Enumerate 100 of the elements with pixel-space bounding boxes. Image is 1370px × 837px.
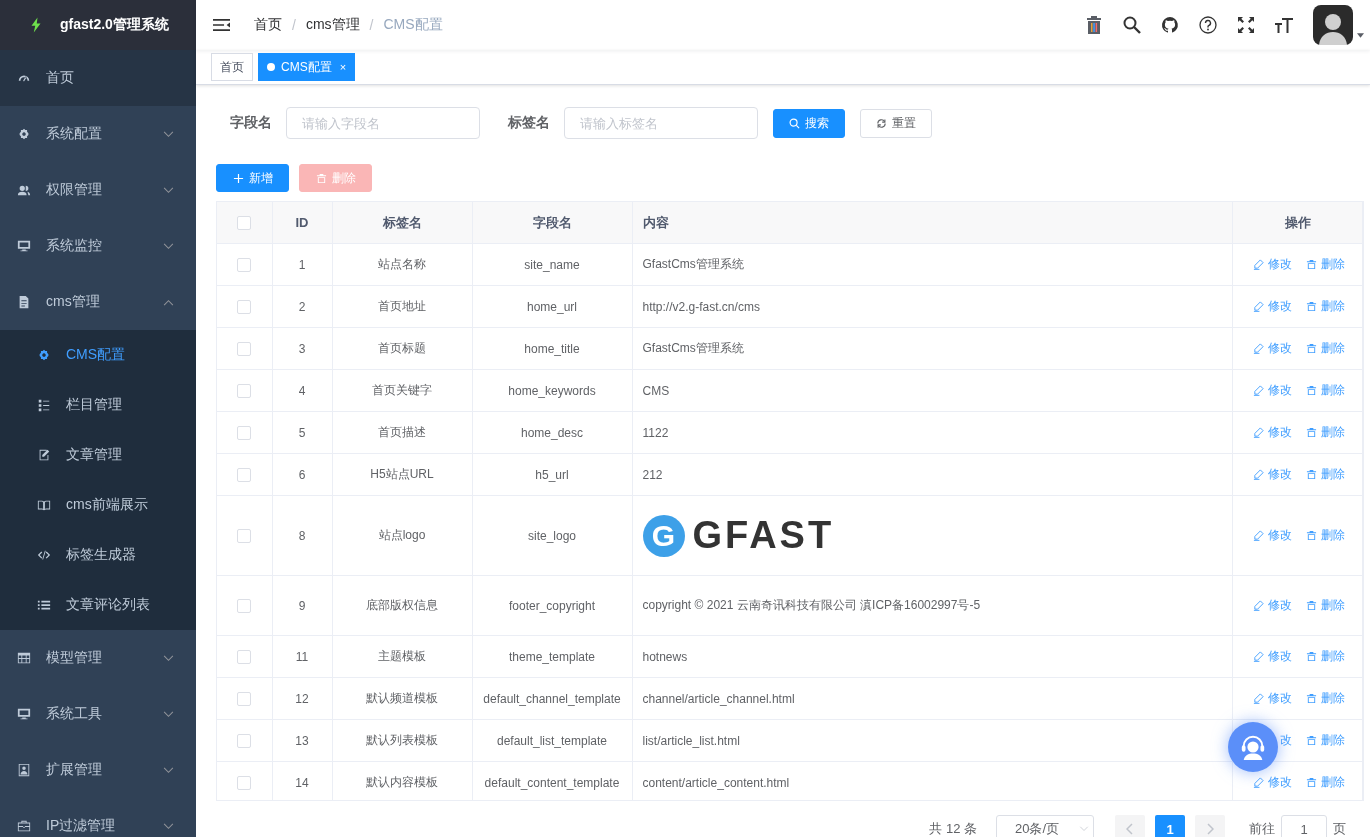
goto-label: 前往: [1249, 820, 1275, 837]
delete-link[interactable]: 删除: [1306, 256, 1345, 273]
trash-icon: [1306, 427, 1317, 438]
close-icon[interactable]: ×: [339, 61, 347, 73]
previous-page-button[interactable]: [1115, 815, 1145, 837]
edit-link[interactable]: 修改: [1253, 256, 1292, 273]
delete-link[interactable]: 删除: [1306, 597, 1345, 614]
table-cell: home_url: [527, 299, 577, 314]
tab[interactable]: 首页: [211, 53, 253, 81]
tab[interactable]: CMS配置 ×: [258, 53, 356, 81]
checkbox[interactable]: [237, 649, 252, 664]
submenu-item[interactable]: 文章管理: [0, 430, 196, 480]
reset-button[interactable]: 重置: [860, 108, 932, 138]
sidebar-item[interactable]: 权限管理: [0, 162, 196, 218]
tab-label: CMS配置: [281, 58, 332, 76]
grid-icon: [17, 651, 31, 665]
avatar[interactable]: [1313, 5, 1353, 45]
sidebar-item[interactable]: 首页: [0, 50, 196, 106]
edit-link[interactable]: 修改: [1253, 298, 1292, 315]
page-suffix: 页: [1333, 820, 1346, 837]
checkbox[interactable]: [237, 467, 252, 482]
input-field[interactable]: 请输入标签名: [564, 107, 758, 139]
page-input[interactable]: 1: [1281, 815, 1327, 837]
trash-icon: [315, 172, 327, 184]
delete-link[interactable]: 删除: [1306, 424, 1345, 441]
submenu-item[interactable]: 标签生成器: [0, 530, 196, 580]
pencil-icon: [1253, 385, 1264, 396]
page-size-select[interactable]: 20条/页: [996, 815, 1094, 837]
sidebar-item[interactable]: 系统工具: [0, 686, 196, 742]
menu-icon[interactable]: [213, 18, 230, 32]
edit-link[interactable]: 改: [1280, 732, 1292, 749]
sidebar-item[interactable]: IP过滤管理: [0, 798, 196, 837]
table-cell: 6: [298, 467, 306, 482]
document-icon: [17, 295, 31, 309]
gear-icon: [17, 127, 31, 141]
delete-link[interactable]: 删除: [1306, 527, 1345, 544]
checkbox[interactable]: [237, 216, 252, 231]
table-cell: default_channel_template: [483, 691, 621, 706]
caret-icon[interactable]: [1357, 32, 1364, 38]
delete-link[interactable]: 删除: [1306, 690, 1345, 707]
font-size-icon[interactable]: [1275, 16, 1293, 34]
input-field[interactable]: 请输入字段名: [286, 107, 480, 139]
table-cell: 212: [642, 467, 663, 482]
sidebar-item[interactable]: 系统配置: [0, 106, 196, 162]
checkbox[interactable]: [237, 383, 252, 398]
delete-link[interactable]: 删除: [1306, 774, 1345, 791]
edit-link[interactable]: 修改: [1253, 690, 1292, 707]
edit-link[interactable]: 修改: [1253, 648, 1292, 665]
table-cell: hotnews: [642, 649, 688, 664]
help-icon[interactable]: [1199, 16, 1217, 34]
sidebar-item[interactable]: 模型管理: [0, 630, 196, 686]
breadcrumb-item[interactable]: cms管理: [305, 16, 360, 34]
edit-link[interactable]: 修改: [1253, 382, 1292, 399]
monitor-icon: [17, 239, 31, 253]
trash-icon: [1306, 777, 1317, 788]
checkbox[interactable]: [237, 341, 252, 356]
delete-link[interactable]: 删除: [1306, 340, 1345, 357]
edit-link[interactable]: 修改: [1253, 466, 1292, 483]
breadcrumb-item[interactable]: 首页: [254, 16, 282, 34]
sidebar-item[interactable]: 扩展管理: [0, 742, 196, 798]
submenu-item[interactable]: 栏目管理: [0, 380, 196, 430]
edit-link[interactable]: 修改: [1253, 774, 1292, 791]
sidebar-item[interactable]: 系统监控: [0, 218, 196, 274]
submenu-item[interactable]: cms前端展示: [0, 480, 196, 530]
delete-link[interactable]: 删除: [1306, 732, 1345, 749]
checkbox[interactable]: [237, 299, 252, 314]
pencil-icon: [1253, 600, 1264, 611]
table-cell: 11: [295, 649, 309, 664]
edit-link[interactable]: 修改: [1253, 424, 1292, 441]
pencil-icon: [1253, 469, 1264, 480]
checkbox[interactable]: [237, 691, 252, 706]
next-page-button[interactable]: [1195, 815, 1225, 837]
checkbox[interactable]: [237, 528, 252, 543]
support-button[interactable]: [1228, 722, 1278, 772]
checkbox[interactable]: [237, 598, 252, 613]
checkbox[interactable]: [237, 733, 252, 748]
delete-link[interactable]: 删除: [1306, 382, 1345, 399]
fullscreen-icon[interactable]: [1237, 16, 1255, 34]
book-icon: [37, 498, 51, 512]
delete-link[interactable]: 删除: [1306, 466, 1345, 483]
checkbox[interactable]: [237, 775, 252, 790]
delete-link[interactable]: 删除: [1306, 298, 1345, 315]
sidebar-item[interactable]: cms管理: [0, 274, 196, 330]
github-icon[interactable]: [1161, 16, 1179, 34]
checkbox[interactable]: [237, 425, 252, 440]
search-button[interactable]: 搜索: [773, 108, 845, 138]
table-cell: content/article_content.html: [642, 775, 790, 790]
page-button[interactable]: 1: [1155, 815, 1185, 837]
edit-link[interactable]: 修改: [1253, 597, 1292, 614]
add-button[interactable]: 新增: [216, 164, 289, 192]
submenu-item[interactable]: CMS配置: [0, 330, 196, 380]
edit-link[interactable]: 修改: [1253, 340, 1292, 357]
trash-icon[interactable]: [1085, 16, 1103, 34]
edit-link[interactable]: 修改: [1253, 527, 1292, 544]
submenu-item[interactable]: 文章评论列表: [0, 580, 196, 630]
delete-link[interactable]: 删除: [1306, 648, 1345, 665]
checkbox[interactable]: [237, 257, 252, 272]
table-cell: GfastCms管理系统: [642, 257, 744, 271]
table-cell: copyright © 2021 云南奇讯科技有限公司 滇ICP备16002997号-5: [642, 598, 981, 612]
search-icon[interactable]: [1123, 16, 1141, 34]
